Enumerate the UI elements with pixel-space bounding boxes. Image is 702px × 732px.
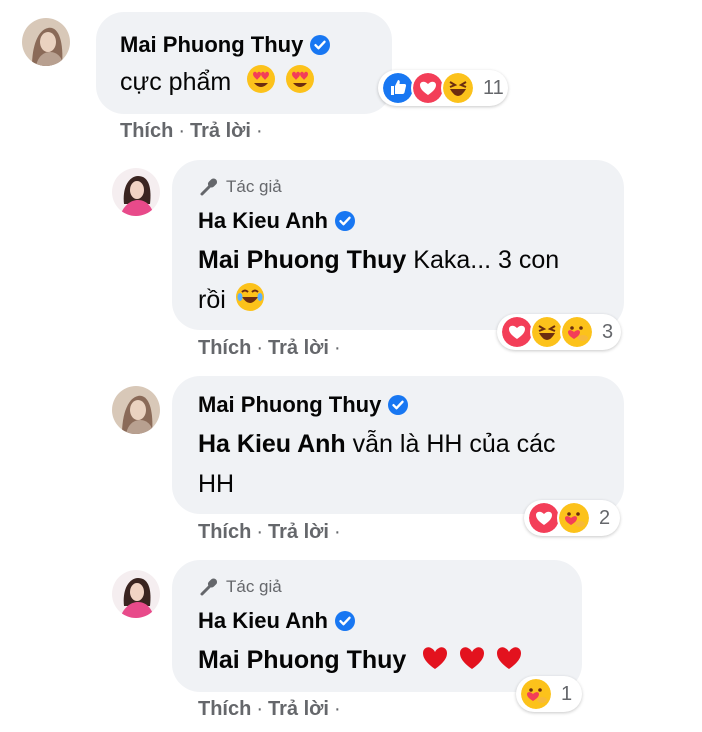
red-heart-emoji-icon [497, 647, 522, 669]
like-link[interactable]: Thích [120, 120, 173, 142]
comment-text: Mai Phuong Thuy [198, 640, 523, 680]
author-badge-row: Tác giả [198, 576, 282, 598]
love-reaction-icon [500, 315, 534, 349]
avatar-mai-phuong-thuy[interactable] [22, 18, 70, 66]
care-reaction-icon [560, 315, 594, 349]
separator: · [333, 521, 341, 543]
separator: · [256, 698, 264, 720]
separator: · [333, 698, 341, 720]
reply-link[interactable]: Trả lời [268, 521, 329, 543]
separator: · [255, 120, 263, 142]
reply-link[interactable]: Trả lời [190, 120, 251, 142]
comment-text: cực phẩm [120, 62, 315, 102]
comment-author-row: Mai Phuong Thuy [120, 32, 331, 58]
love-reaction-icon [527, 501, 561, 535]
care-reaction-icon [519, 677, 553, 711]
comment-text: Ha Kieu Anh vẫn là HH của các HH [198, 430, 556, 498]
comment-author-row: Mai Phuong Thuy [198, 392, 409, 418]
author-name[interactable]: Ha Kieu Anh [198, 608, 328, 634]
author-badge: Tác giả [226, 177, 282, 196]
heart-eyes-emoji-icon [286, 65, 315, 93]
care-reaction-icon [557, 501, 591, 535]
author-badge: Tác giả [226, 577, 282, 596]
verified-badge-icon [310, 35, 331, 55]
mention-link[interactable]: Mai Phuong Thuy [198, 646, 406, 674]
comment-author-row: Ha Kieu Anh [198, 608, 356, 634]
reaction-summary[interactable]: 1 [516, 676, 582, 712]
microphone-icon [200, 178, 218, 196]
red-heart-emoji-icon [423, 647, 448, 669]
like-link[interactable]: Thích [198, 521, 251, 543]
comment-author-row: Ha Kieu Anh [198, 208, 356, 234]
separator: · [178, 120, 186, 142]
like-link[interactable]: Thích [198, 698, 251, 720]
avatar-ha-kieu-anh[interactable] [112, 570, 160, 618]
reply-link[interactable]: Trả lời [268, 698, 329, 720]
love-reaction-icon [411, 71, 445, 105]
reaction-count: 1 [561, 682, 573, 705]
author-badge-row: Tác giả [198, 176, 282, 198]
haha-reaction-icon [441, 71, 475, 105]
red-heart-emoji-icon [460, 647, 485, 669]
like-link[interactable]: Thích [198, 337, 251, 359]
comment-text: Mai Phuong Thuy Kaka... 3 con rồi [198, 246, 560, 314]
separator: · [333, 337, 341, 359]
reaction-summary[interactable]: 2 [524, 500, 620, 536]
author-name[interactable]: Mai Phuong Thuy [198, 392, 381, 418]
microphone-icon [200, 578, 218, 596]
comment-actions: Thích · Trả lời · [120, 120, 268, 143]
like-reaction-icon [381, 71, 415, 105]
reaction-count: 11 [483, 76, 504, 99]
verified-badge-icon [334, 211, 355, 231]
heart-eyes-emoji-icon [247, 65, 276, 93]
reply-link[interactable]: Trả lời [268, 337, 329, 359]
reaction-summary[interactable]: 11 [378, 70, 508, 106]
author-name[interactable]: Mai Phuong Thuy [120, 32, 303, 58]
avatar-mai-phuong-thuy[interactable] [112, 386, 160, 434]
verified-badge-icon [388, 395, 409, 415]
separator: · [256, 521, 264, 543]
reaction-count: 3 [602, 320, 614, 343]
reaction-count: 2 [599, 506, 611, 529]
mention-link[interactable]: Mai Phuong Thuy [198, 246, 406, 274]
haha-reaction-icon [530, 315, 564, 349]
avatar-ha-kieu-anh[interactable] [112, 168, 160, 216]
mention-link[interactable]: Ha Kieu Anh [198, 430, 346, 458]
verified-badge-icon [334, 611, 355, 631]
tears-of-joy-emoji-icon [235, 283, 264, 311]
comment-actions: Thích · Trả lời · [198, 698, 346, 721]
comment-actions: Thích · Trả lời · [198, 337, 346, 360]
author-name[interactable]: Ha Kieu Anh [198, 208, 328, 234]
comment-actions: Thích · Trả lời · [198, 521, 346, 544]
separator: · [256, 337, 264, 359]
reaction-summary[interactable]: 3 [497, 314, 621, 350]
